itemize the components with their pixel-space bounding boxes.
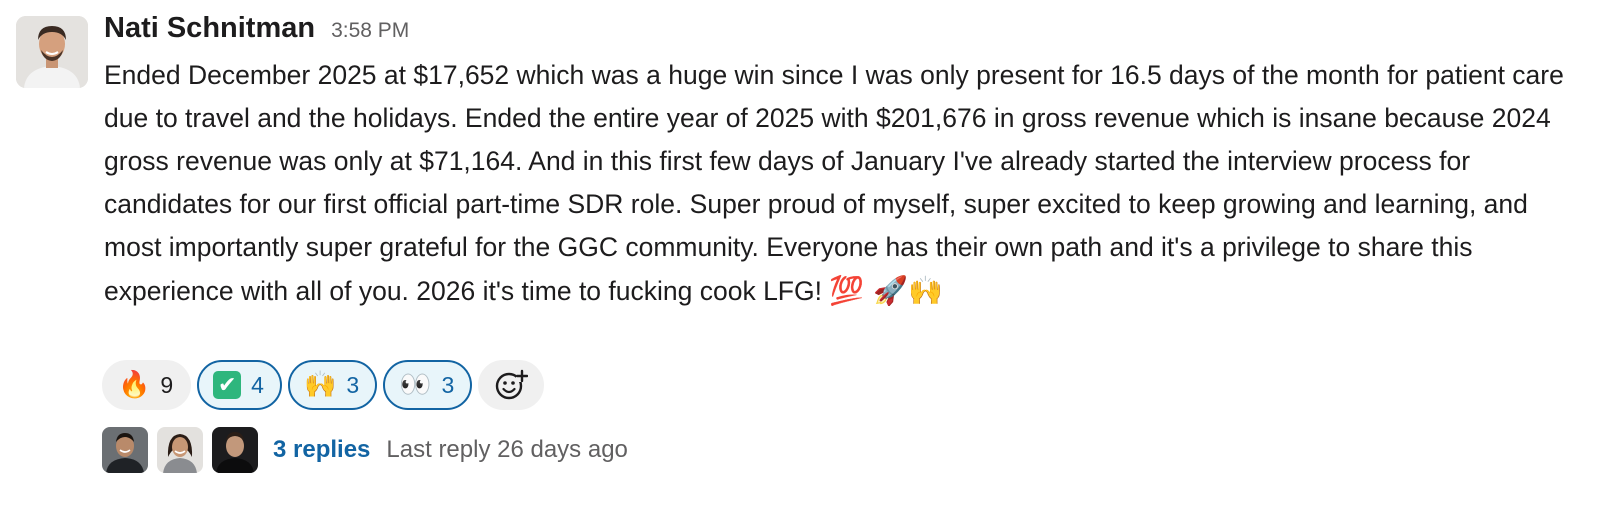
fire-icon: 🔥 <box>118 370 151 400</box>
eyes-icon: 👀 <box>399 370 432 400</box>
message-body: Ended December 2025 at $17,652 which was… <box>104 54 1564 313</box>
reactions-bar: 🔥 9 ✔ 4 🙌 3 👀 3 <box>102 360 545 410</box>
reaction-count: 9 <box>160 371 174 398</box>
white-check-mark-icon: ✔ <box>213 371 242 399</box>
reply-avatar[interactable] <box>212 427 258 473</box>
reaction-count: 4 <box>251 371 264 398</box>
message-header: Nati Schnitman 3:58 PM <box>104 12 409 45</box>
thread-replies-link[interactable]: 3 replies <box>273 436 370 464</box>
message-text: Ended December 2025 at $17,652 which was… <box>104 60 1564 306</box>
reaction-count: 3 <box>346 371 360 398</box>
reaction-count: 3 <box>441 371 455 398</box>
author-avatar[interactable] <box>16 16 88 88</box>
reaction-fire[interactable]: 🔥 9 <box>102 360 192 410</box>
reaction-eyes[interactable]: 👀 3 <box>383 360 473 410</box>
trailing-emojis: 💯 🚀🙌 <box>829 274 943 307</box>
reaction-raised-hands[interactable]: 🙌 3 <box>287 360 378 410</box>
reply-avatar[interactable] <box>157 427 203 473</box>
message-timestamp[interactable]: 3:58 PM <box>331 19 409 43</box>
thread-summary[interactable]: 3 replies Last reply 26 days ago <box>102 426 628 474</box>
reply-avatar[interactable] <box>102 427 148 473</box>
add-reaction-button[interactable] <box>478 360 545 410</box>
author-name[interactable]: Nati Schnitman <box>104 12 315 45</box>
add-reaction-icon <box>496 369 529 400</box>
reaction-white-check-mark[interactable]: ✔ 4 <box>197 360 282 410</box>
raised-hands-icon: 🙌 <box>303 370 337 400</box>
message: Nati Schnitman 3:58 PM Ended December 20… <box>0 0 1606 510</box>
thread-last-reply: Last reply 26 days ago <box>386 436 628 463</box>
